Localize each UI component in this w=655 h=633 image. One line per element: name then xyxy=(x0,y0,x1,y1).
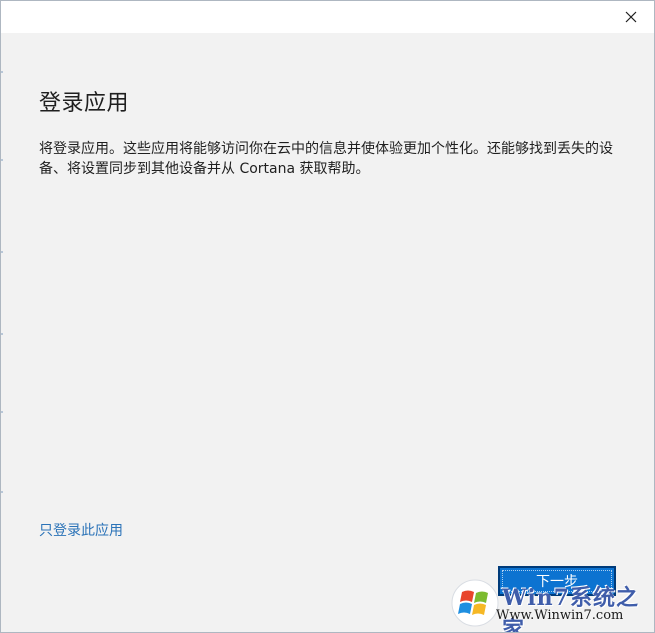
watermark-url: Www.Winwin7.com xyxy=(496,608,624,623)
main-content: 登录应用 将登录应用。这些应用将能够访问你在云中的信息并使体验更加个性化。还能够… xyxy=(39,87,619,179)
close-icon xyxy=(625,11,637,23)
title-bar xyxy=(1,1,654,33)
dialog-window: 登录应用 将登录应用。这些应用将能够访问你在云中的信息并使体验更加个性化。还能够… xyxy=(0,0,655,633)
page-title: 登录应用 xyxy=(39,91,130,116)
close-button[interactable] xyxy=(608,1,654,33)
sign-in-this-app-only-link[interactable]: 只登录此应用 xyxy=(39,521,123,541)
windows-logo-icon xyxy=(451,579,499,627)
window-edge-marks xyxy=(1,33,3,632)
next-button[interactable]: 下一步 xyxy=(498,566,616,596)
page-description: 将登录应用。这些应用将能够访问你在云中的信息并使体验更加个性化。还能够找到丢失的… xyxy=(39,141,613,177)
